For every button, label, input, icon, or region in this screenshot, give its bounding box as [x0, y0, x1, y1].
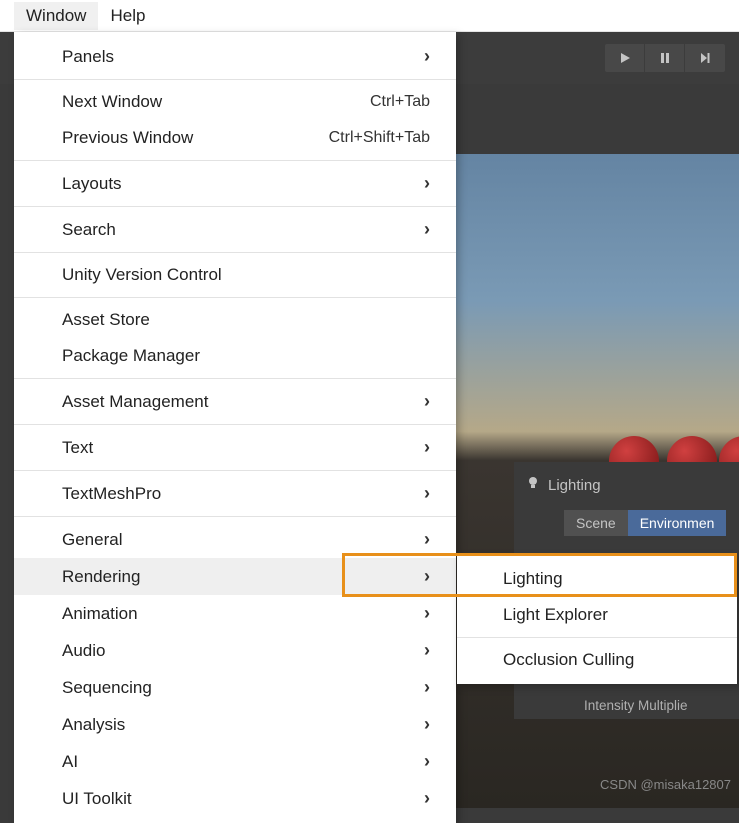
chevron-right-icon: ›: [424, 603, 430, 624]
menu-label: Package Manager: [62, 346, 200, 366]
menubar-help[interactable]: Help: [98, 2, 157, 30]
menu-next-window[interactable]: Next Window Ctrl+Tab: [14, 84, 456, 120]
lightbulb-icon: [526, 476, 540, 494]
menu-rendering[interactable]: Rendering ›: [14, 558, 456, 595]
menu-separator: [14, 424, 456, 425]
menu-ai[interactable]: AI ›: [14, 743, 456, 780]
menu-label: Analysis: [62, 715, 125, 735]
menu-label: TextMeshPro: [62, 484, 161, 504]
menu-layouts[interactable]: Layouts ›: [14, 165, 456, 202]
menu-separator: [14, 252, 456, 253]
menu-label: Text: [62, 438, 93, 458]
menu-shortcut: Ctrl+Tab: [370, 93, 430, 111]
play-controls: [605, 44, 725, 72]
menu-label: Next Window: [62, 92, 162, 112]
chevron-right-icon: ›: [424, 391, 430, 412]
menu-package-manager[interactable]: Package Manager: [14, 338, 456, 374]
menu-label: UI Toolkit: [62, 789, 132, 809]
menubar-window[interactable]: Window: [14, 2, 98, 30]
chevron-right-icon: ›: [424, 529, 430, 550]
tab-scene[interactable]: Scene: [564, 510, 628, 536]
menu-separator: [14, 378, 456, 379]
menu-label: General: [62, 530, 122, 550]
menu-separator: [14, 297, 456, 298]
menu-label: Previous Window: [62, 128, 193, 148]
menu-panels[interactable]: Panels ›: [14, 38, 456, 75]
menu-shortcut: Ctrl+Shift+Tab: [329, 129, 430, 147]
menu-text[interactable]: Text ›: [14, 429, 456, 466]
menu-label: Asset Store: [62, 310, 150, 330]
menu-asset-store[interactable]: Asset Store: [14, 302, 456, 338]
menu-prev-window[interactable]: Previous Window Ctrl+Shift+Tab: [14, 120, 456, 156]
submenu-light-explorer[interactable]: Light Explorer: [457, 597, 737, 633]
chevron-right-icon: ›: [424, 46, 430, 67]
play-button[interactable]: [605, 44, 645, 72]
chevron-right-icon: ›: [424, 219, 430, 240]
watermark: CSDN @misaka12807: [600, 777, 731, 792]
menu-ui-toolkit[interactable]: UI Toolkit ›: [14, 780, 456, 817]
chevron-right-icon: ›: [424, 640, 430, 661]
lighting-panel-header[interactable]: Lighting: [514, 470, 739, 500]
chevron-right-icon: ›: [424, 714, 430, 735]
menu-textmeshpro[interactable]: TextMeshPro ›: [14, 475, 456, 512]
menu-general[interactable]: General ›: [14, 521, 456, 558]
menu-separator: [14, 516, 456, 517]
menu-label: Unity Version Control: [62, 265, 222, 285]
menubar: Window Help: [0, 0, 739, 32]
chevron-right-icon: ›: [424, 483, 430, 504]
pause-button[interactable]: [645, 44, 685, 72]
menu-search[interactable]: Search ›: [14, 211, 456, 248]
lighting-tabs: Scene Environmen: [564, 510, 739, 536]
prop-intensity: Intensity Multiplie: [514, 692, 739, 719]
menu-separator: [457, 637, 737, 638]
menu-label: Animation: [62, 604, 138, 624]
menu-label: Rendering: [62, 567, 140, 587]
menu-label: AI: [62, 752, 78, 772]
tab-environment[interactable]: Environmen: [628, 510, 727, 536]
menu-animation[interactable]: Animation ›: [14, 595, 456, 632]
chevron-right-icon: ›: [424, 437, 430, 458]
chevron-right-icon: ›: [424, 566, 430, 587]
window-menu: Panels › Next Window Ctrl+Tab Previous W…: [14, 32, 456, 823]
menu-separator: [14, 206, 456, 207]
menu-label: Search: [62, 220, 116, 240]
menu-label: Asset Management: [62, 392, 208, 412]
rendering-submenu: Lighting Light Explorer Occlusion Cullin…: [457, 555, 737, 684]
menu-sequencing[interactable]: Sequencing ›: [14, 669, 456, 706]
chevron-right-icon: ›: [424, 788, 430, 809]
menu-separator: [14, 160, 456, 161]
menu-label: Layouts: [62, 174, 122, 194]
chevron-right-icon: ›: [424, 677, 430, 698]
menu-separator: [14, 79, 456, 80]
menu-label: Sequencing: [62, 678, 152, 698]
submenu-occlusion-culling[interactable]: Occlusion Culling: [457, 642, 737, 678]
lighting-panel-title: Lighting: [548, 477, 601, 494]
menu-label: Audio: [62, 641, 105, 661]
submenu-lighting[interactable]: Lighting: [457, 561, 737, 597]
step-button[interactable]: [685, 44, 725, 72]
menu-analysis[interactable]: Analysis ›: [14, 706, 456, 743]
chevron-right-icon: ›: [424, 173, 430, 194]
chevron-right-icon: ›: [424, 751, 430, 772]
menu-asset-management[interactable]: Asset Management ›: [14, 383, 456, 420]
menu-audio[interactable]: Audio ›: [14, 632, 456, 669]
menu-separator: [14, 470, 456, 471]
menu-label: Panels: [62, 47, 114, 67]
menu-uvc[interactable]: Unity Version Control: [14, 257, 456, 293]
